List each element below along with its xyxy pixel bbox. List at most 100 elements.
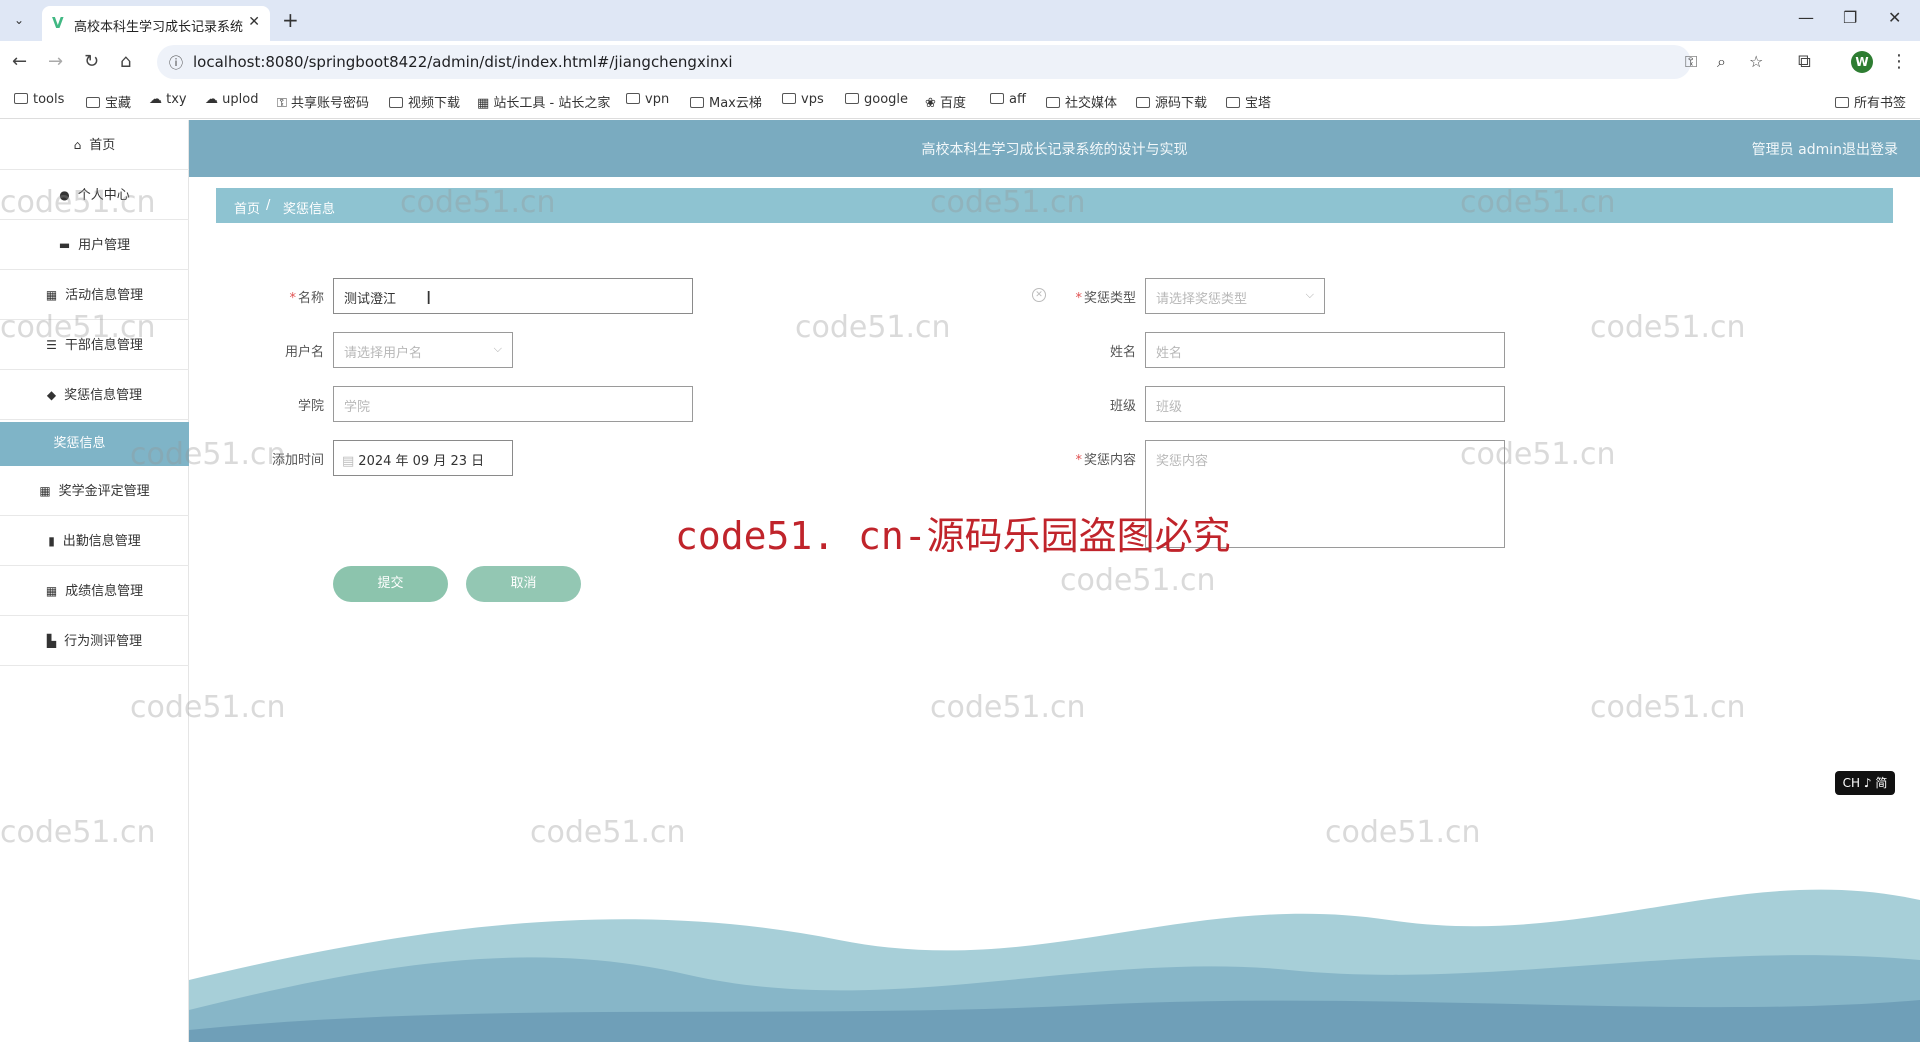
site-info-icon[interactable]: ⓘ xyxy=(169,53,183,73)
folder-icon xyxy=(1226,97,1240,108)
type-select[interactable]: 请选择奖惩类型 ⌵ xyxy=(1145,278,1325,314)
new-tab-icon[interactable]: + xyxy=(282,8,299,32)
sidebar-item-activities[interactable]: ▦ 活动信息管理 xyxy=(0,270,189,320)
app-header: 高校本科生学习成长记录系统的设计与实现 管理员 admin 退出登录 xyxy=(189,120,1920,177)
bookmark-item[interactable]: 宝塔 xyxy=(1226,92,1271,111)
bookmark-item[interactable]: ⚿ 共享账号密码 xyxy=(277,92,369,111)
text-cursor-icon: I xyxy=(426,288,432,309)
username-select[interactable]: 请选择用户名 ⌵ xyxy=(333,332,513,368)
type-label: * 奖惩类型 xyxy=(1075,291,1136,306)
logout-link[interactable]: 退出登录 xyxy=(1842,139,1898,159)
browser-toolbar: ← → ↻ ⌂ ⓘ localhost:8080/springboot8422/… xyxy=(0,41,1920,84)
browser-menu-icon[interactable]: ⋮ xyxy=(1890,51,1908,72)
college-label: 学院 xyxy=(297,399,324,414)
sidebar-item-profile[interactable]: ● 个人中心 xyxy=(0,170,189,220)
college-input[interactable]: 学院 xyxy=(333,386,693,422)
time-label: 添加时间 xyxy=(271,453,324,468)
ime-indicator[interactable]: CH ♪ 简 xyxy=(1835,771,1895,795)
bookmark-item[interactable]: google xyxy=(845,92,908,107)
realname-input[interactable]: 姓名 xyxy=(1145,332,1505,368)
address-bar[interactable]: ⓘ localhost:8080/springboot8422/admin/di… xyxy=(157,45,1763,79)
tab-list-chevron-icon[interactable]: ⌄ xyxy=(8,9,30,31)
folder-icon xyxy=(1136,97,1150,108)
bookmark-item[interactable]: 源码下载 xyxy=(1136,92,1207,111)
bookmark-item[interactable]: ❀ 百度 xyxy=(925,92,966,111)
browser-tab[interactable]: V 高校本科生学习成长记录系统的 ✕ xyxy=(42,6,270,41)
content-label: * 奖惩内容 xyxy=(1075,453,1136,468)
class-input[interactable]: 班级 xyxy=(1145,386,1505,422)
clear-icon[interactable]: ✕ xyxy=(1032,288,1046,302)
bookmark-item[interactable]: Max云梯 xyxy=(690,92,762,111)
bookmark-star-icon[interactable]: ☆ xyxy=(1749,52,1763,71)
current-user: 管理员 admin xyxy=(1751,142,1842,158)
watermark: code51.cn xyxy=(1590,690,1746,725)
folder-icon xyxy=(14,93,28,104)
breadcrumb-current: 奖惩信息 xyxy=(283,202,336,217)
calendar-icon: ▤ xyxy=(342,454,355,469)
minimize-icon[interactable]: — xyxy=(1798,8,1814,27)
all-bookmarks[interactable]: 所有书签 xyxy=(1835,92,1906,111)
bookmark-item[interactable]: tools xyxy=(14,92,64,107)
folder-icon xyxy=(782,93,796,104)
extensions-icon[interactable]: ⧉ xyxy=(1798,51,1811,72)
reload-icon[interactable]: ↻ xyxy=(84,51,99,72)
name-input[interactable]: 测试澄江 xyxy=(333,278,693,314)
folder-icon xyxy=(845,93,859,104)
sidebar-item-cadres[interactable]: ☰ 干部信息管理 xyxy=(0,320,189,370)
submit-button[interactable]: 提交 xyxy=(333,566,448,602)
watermark: code51.cn xyxy=(1590,310,1746,345)
sidebar-item-rewards[interactable]: ◆ 奖惩信息管理 xyxy=(0,370,189,420)
grid-icon: ▦ xyxy=(39,484,51,498)
bookmark-item[interactable]: aff xyxy=(990,92,1026,107)
chart-icon: ▦ xyxy=(477,96,494,111)
bookmark-item[interactable]: vps xyxy=(782,92,824,107)
key-icon: ⚿ xyxy=(277,96,292,111)
sidebar-item-attendance[interactable]: ▮ 出勤信息管理 xyxy=(0,516,189,566)
grid-icon: ▦ xyxy=(45,288,58,302)
sidebar-item-grades[interactable]: ▦ 成绩信息管理 xyxy=(0,566,189,616)
app-title: 高校本科生学习成长记录系统的设计与实现 xyxy=(921,142,1188,158)
sidebar-item-behavior[interactable]: ▙ 行为测评管理 xyxy=(0,616,189,666)
profile-avatar[interactable]: W xyxy=(1851,51,1873,73)
class-label: 班级 xyxy=(1109,399,1136,414)
bookmark-item[interactable]: 社交媒体 xyxy=(1046,92,1117,111)
vue-favicon-icon: V xyxy=(52,14,64,32)
sidebar-item-users[interactable]: ▬ 用户管理 xyxy=(0,220,189,270)
breadcrumb-home[interactable]: 首页 xyxy=(234,198,260,217)
sidebar-item-home[interactable]: ⌂ 首页 xyxy=(0,120,189,170)
username-label: 用户名 xyxy=(284,345,324,360)
sidebar: ⌂ 首页 ● 个人中心 ▬ 用户管理 ▦ 活动信息管理 ☰ 干部信息管理 ◆ 奖惩信息管理 … xyxy=(0,120,189,1042)
cancel-button[interactable]: 取消 xyxy=(466,566,581,602)
password-key-icon[interactable]: ⚿ xyxy=(1685,52,1697,72)
bookmark-item[interactable]: vpn xyxy=(626,92,669,107)
back-icon[interactable]: ← xyxy=(12,51,27,72)
bookmarks-bar: tools 宝藏 ☁ txy ☁ uplod ⚿ 共享账号密码 视频下载 ▦ 站… xyxy=(0,84,1920,119)
forward-icon[interactable]: → xyxy=(48,51,63,72)
tab-close-icon[interactable]: ✕ xyxy=(248,14,260,30)
folder-icon xyxy=(1046,97,1060,108)
breadcrumb: 首页 / 奖惩信息 xyxy=(216,188,1893,223)
folder-icon xyxy=(690,97,704,108)
sidebar-subitem-rewards-info[interactable]: 奖惩信息 xyxy=(0,422,189,466)
list-icon: ☰ xyxy=(46,338,57,352)
bookmark-item[interactable]: 视频下载 xyxy=(389,92,460,111)
bookmark-item[interactable]: ▦ 站长工具 - 站长之家 xyxy=(477,92,610,111)
watermark: code51.cn xyxy=(795,310,951,345)
date-picker[interactable]: ▤ 2024 年 09 月 23 日 xyxy=(333,440,513,476)
folder-icon xyxy=(990,93,1004,104)
bookmark-item[interactable]: ☁ uplod xyxy=(205,92,258,107)
bookmark-item[interactable]: 宝藏 xyxy=(86,92,131,111)
browser-tab-bar: ⌄ V 高校本科生学习成长记录系统的 ✕ + — ❐ ✕ xyxy=(0,0,1920,41)
book-icon: ▙ xyxy=(46,634,57,648)
bookmark-item[interactable]: ☁ txy xyxy=(149,92,187,107)
monitor-icon: ▬ xyxy=(58,238,71,252)
name-label: * 名称 xyxy=(289,291,324,306)
restore-icon[interactable]: ❐ xyxy=(1843,8,1857,27)
home-browser-icon[interactable]: ⌂ xyxy=(120,51,131,72)
watermark: code51.cn xyxy=(1060,563,1216,598)
zoom-icon[interactable]: ⌕ xyxy=(1717,52,1726,72)
window-close-icon[interactable]: ✕ xyxy=(1888,8,1901,27)
cloud-icon: ☁ xyxy=(149,92,167,107)
sidebar-item-scholarship[interactable]: ▦ 奖学金评定管理 xyxy=(0,466,189,516)
chevron-down-icon: ⌵ xyxy=(493,342,502,355)
